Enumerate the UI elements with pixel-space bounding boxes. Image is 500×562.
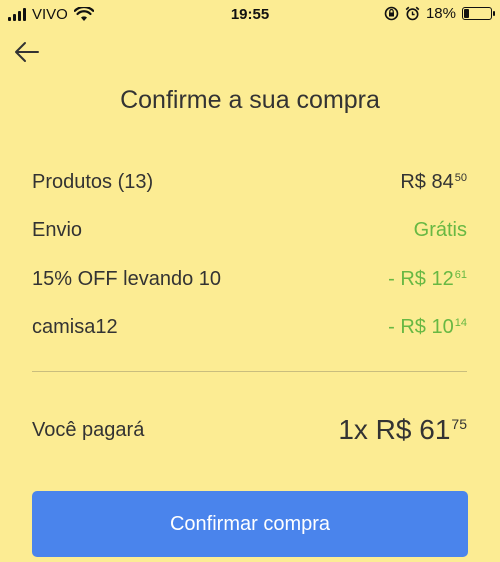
divider	[32, 371, 467, 372]
coupon-price: - R$ 10 14	[388, 316, 467, 339]
arrow-left-icon	[15, 42, 39, 62]
discount-prefix: - R$	[388, 267, 426, 290]
coupon-int: 10	[431, 315, 454, 338]
total-value: 1x R$ 61 75	[338, 414, 467, 446]
battery-percent: 18%	[425, 5, 456, 22]
back-button[interactable]	[12, 40, 42, 66]
total-row: Você pagará 1x R$ 61 75	[32, 412, 467, 448]
coupon-row: camisa12 - R$ 10 14	[32, 312, 467, 342]
coupon-cents: 14	[454, 316, 467, 329]
coupon-label: camisa12	[32, 315, 118, 338]
coupon-prefix: - R$	[388, 315, 426, 338]
shipping-label: Envio	[32, 218, 83, 241]
products-cents: 50	[454, 171, 467, 184]
total-cents: 75	[451, 416, 467, 432]
status-right: 18%	[384, 5, 495, 22]
products-label: Produtos (13)	[32, 170, 154, 193]
shipping-row: Envio Grátis	[32, 215, 467, 245]
products-price: R$ 84 50	[400, 171, 467, 194]
battery-fill	[464, 9, 469, 18]
products-row: Produtos (13) R$ 84 50	[32, 167, 467, 197]
total-label: Você pagará	[32, 418, 145, 441]
products-int: 84	[431, 170, 454, 193]
shipping-value: Grátis	[413, 218, 467, 241]
page-title: Confirme a sua compra	[120, 86, 380, 114]
discount-label: 15% OFF levando 10	[32, 267, 221, 290]
total-prefix: 1x R$	[338, 414, 412, 445]
battery-icon	[462, 7, 495, 20]
discount-row: 15% OFF levando 10 - R$ 12 61	[32, 264, 467, 294]
orientation-lock-icon	[384, 6, 399, 21]
discount-price: - R$ 12 61	[388, 268, 467, 291]
status-bar: VIVO 19:55 18%	[0, 0, 500, 30]
discount-int: 12	[431, 267, 454, 290]
alarm-icon	[405, 6, 420, 21]
confirm-purchase-button[interactable]: Confirmar compra	[32, 491, 468, 557]
products-currency: R$	[400, 170, 426, 193]
discount-cents: 61	[454, 268, 467, 281]
total-int: 61	[419, 414, 451, 445]
